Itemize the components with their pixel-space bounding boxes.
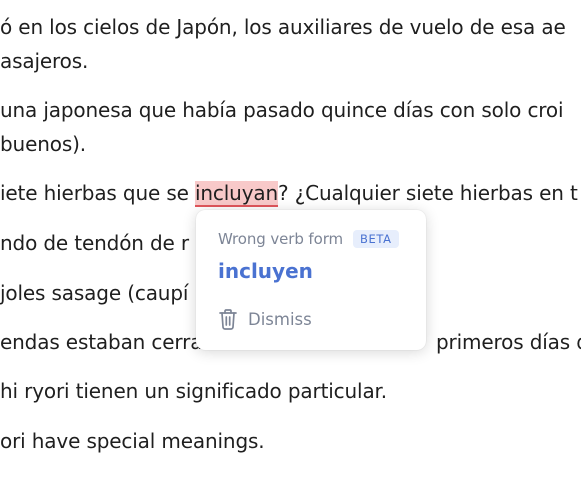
text-segment[interactable]: iete hierbas que se	[0, 181, 195, 205]
dismiss-label: Dismiss	[248, 309, 312, 329]
text-line[interactable]: ori have special meanings.	[0, 428, 265, 454]
text-line[interactable]: joles sasage (caupí	[0, 280, 188, 306]
text-line[interactable]: hi ryori tienen un significado particula…	[0, 378, 387, 404]
text-line[interactable]: ó en los cielos de Japón, los auxiliares…	[0, 14, 566, 40]
text-line[interactable]: endas estaban cerra	[0, 329, 202, 355]
dismiss-button[interactable]: Dismiss	[218, 308, 312, 330]
beta-badge: BETA	[353, 230, 399, 248]
text-line[interactable]: buenos).	[0, 131, 86, 157]
text-line[interactable]: asajeros.	[0, 48, 88, 74]
text-segment[interactable]: ? ¿Cualquier siete hierbas en t	[278, 181, 578, 205]
flagged-word[interactable]: incluyan	[194, 181, 278, 207]
error-type-label: Wrong verb form	[218, 230, 344, 248]
trash-icon	[218, 308, 238, 330]
text-line-tail[interactable]: primeros días del	[436, 329, 581, 355]
grammar-suggestion-popup: Wrong verb form BETA incluyen Dismiss	[196, 210, 426, 350]
popup-header: Wrong verb form BETA	[218, 230, 399, 248]
text-line[interactable]: una japonesa que había pasado quince día…	[0, 97, 564, 123]
text-line[interactable]: ndo de tendón de r	[0, 230, 189, 256]
text-line-with-error[interactable]: iete hierbas que se incluyan? ¿Cualquier…	[0, 180, 578, 207]
suggestion-button[interactable]: incluyen	[218, 259, 313, 283]
